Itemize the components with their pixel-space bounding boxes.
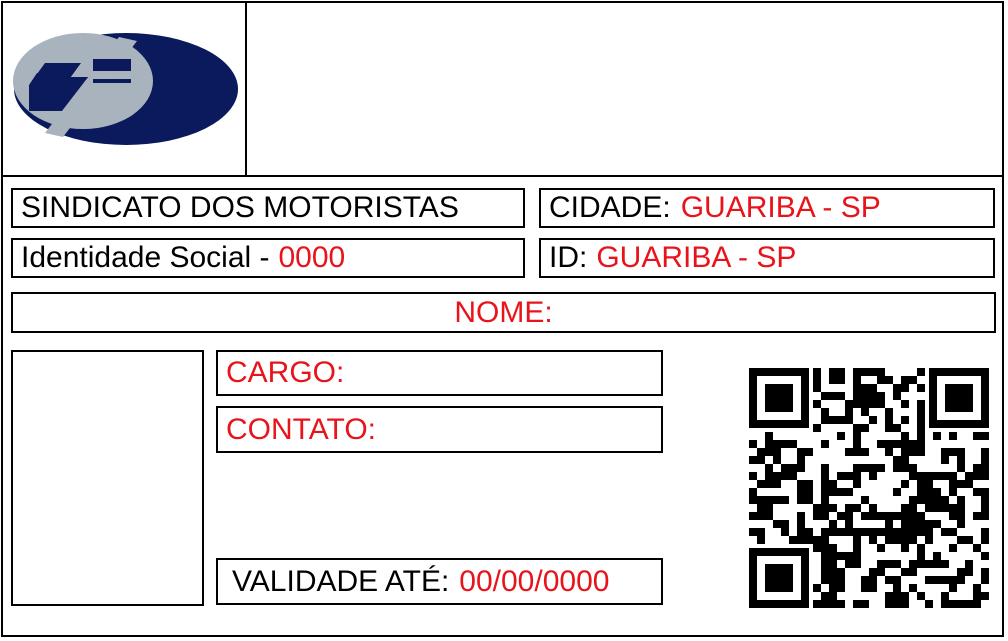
- id-value: GUARIBA - SP: [596, 241, 797, 274]
- contact-box: CONTATO:: [216, 406, 663, 453]
- logo-cell: [1, 1, 247, 176]
- name-label: NOME:: [454, 295, 553, 329]
- union-logo-emblem: [13, 33, 238, 145]
- name-box: NOME:: [11, 292, 996, 333]
- union-name-box: SINDICATO DOS MOTORISTAS: [11, 188, 525, 228]
- photo-placeholder: [11, 350, 204, 606]
- union-name: SINDICATO DOS MOTORISTAS: [21, 191, 459, 224]
- contact-label: CONTATO:: [226, 412, 376, 446]
- validity-box: VALIDADE ATÉ: 00/00/0000: [216, 558, 663, 605]
- role-label: CARGO:: [226, 356, 345, 389]
- validity-value: 00/00/0000: [459, 564, 610, 598]
- city-value: GUARIBA - SP: [680, 191, 881, 224]
- id-box: ID: GUARIBA - SP: [539, 238, 995, 278]
- city-box: CIDADE: GUARIBA - SP: [539, 188, 995, 228]
- social-id-value: 0000: [278, 241, 346, 274]
- qr-code-icon: [749, 368, 989, 608]
- header-divider: [1, 175, 1004, 177]
- validity-label: VALIDADE ATÉ:: [232, 564, 450, 598]
- city-label: CIDADE:: [549, 191, 671, 224]
- social-id-label: Identidade Social -: [21, 241, 270, 274]
- social-id-box: Identidade Social - 0000: [11, 238, 525, 278]
- id-label: ID:: [549, 241, 588, 274]
- role-box: CARGO:: [216, 350, 663, 396]
